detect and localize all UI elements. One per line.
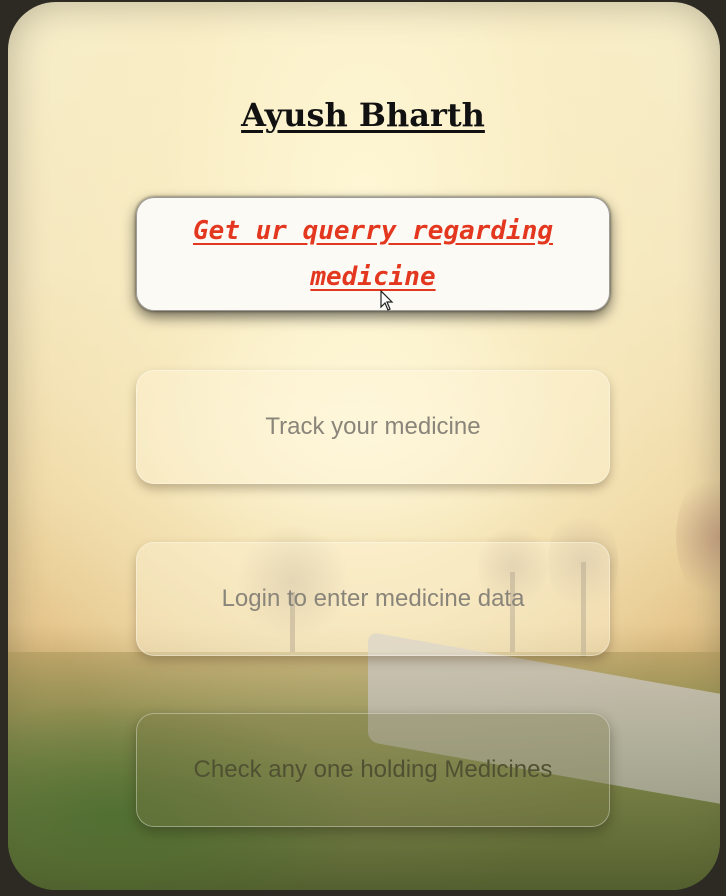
login-button[interactable]: Login to enter medicine data <box>136 542 610 656</box>
mouse-pointer-icon <box>380 290 394 311</box>
background-tree-autumn <box>676 467 720 607</box>
query-medicine-label: Get ur querry regarding medicine <box>192 216 554 292</box>
track-medicine-button[interactable]: Track your medicine <box>136 370 610 484</box>
check-holdings-button[interactable]: Check any one holding Medicines <box>136 713 610 827</box>
window-frame: Ayush Bharth Get ur querry regarding med… <box>0 0 726 896</box>
track-medicine-label: Track your medicine <box>265 413 481 440</box>
login-label: Login to enter medicine data <box>221 585 525 612</box>
check-holdings-label: Check any one holding Medicines <box>193 756 553 783</box>
page-title: Ayush Bharth <box>241 96 485 134</box>
query-medicine-button[interactable]: Get ur querry regarding medicine <box>136 197 610 311</box>
